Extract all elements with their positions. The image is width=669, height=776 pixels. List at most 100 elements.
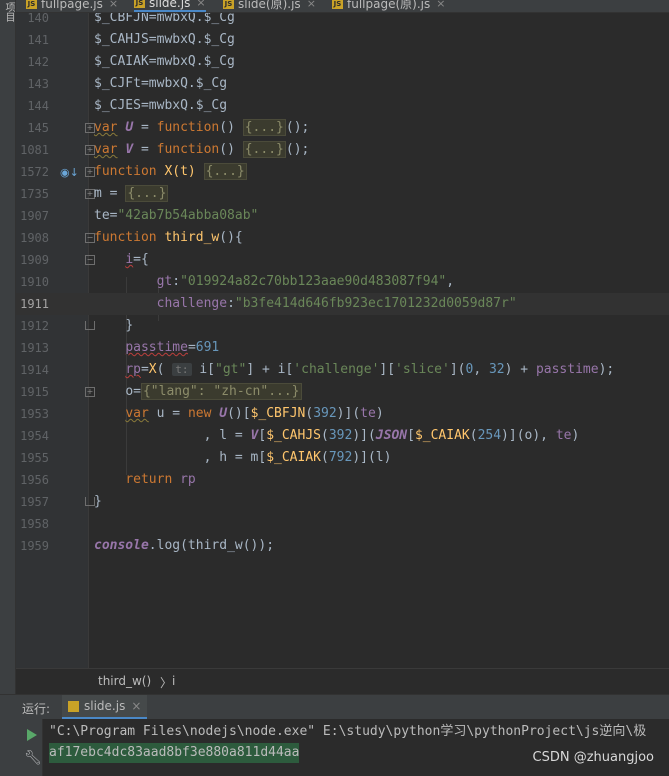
close-icon[interactable]: × [131,699,141,713]
code-line-current[interactable]: 1911 challenge:"b3fe414d646fb923ec170123… [16,293,669,315]
line-number: 1908 [20,231,49,245]
code-line[interactable]: 140 $_CBFJN=mwbxQ.$_Cg [16,13,669,29]
run-console[interactable]: "C:\Program Files\nodejs\node.exe" E:\st… [43,719,669,776]
line-number: 1081 [20,143,49,157]
code-text: challenge:"b3fe414d646fb923ec1701232d005… [156,296,517,311]
tab-slide-js[interactable]: JS slide.js × [134,0,206,12]
collapsed-region: {...} [203,163,247,180]
code-line[interactable]: 1081 + var V = function() {...} (); [16,139,669,161]
code-text: var V = function() {...} (); [94,141,310,158]
ide-window: 项目 JS fullpage.js × JS slide.js × JS sli… [0,0,669,776]
wrench-icon[interactable]: 🔧︎ [24,750,42,766]
code-line[interactable]: 1910 gt:"019924a82c70bb123aae90d483087f9… [16,271,669,293]
close-icon[interactable]: × [436,0,445,10]
code-text: $_CAHJS=mwbxQ.$_Cg [94,32,235,47]
breadcrumb-item-third-w[interactable]: third_w() [98,674,151,688]
code-line[interactable]: 1914 rp=X( t: i["gt"] + i['challenge']['… [16,359,669,381]
run-panel-header: 运行: slide.js × [0,694,669,719]
code-text: passtime=691 [125,340,220,355]
tab-label: slide(原).js [238,0,301,11]
line-number: 1953 [20,407,49,421]
code-line[interactable]: 1907 te="42ab7b54abba08ab" [16,205,669,227]
code-line[interactable]: 1572 ◉↓ + function X(t) {...} [16,161,669,183]
code-line[interactable]: 1909 − i={ [16,249,669,271]
code-line[interactable]: 1954 , l = V[$_CAHJS(392)](JSON[$_CAIAK(… [16,425,669,447]
code-text: te="42ab7b54abba08ab" [94,208,259,223]
code-line[interactable]: 1908 − function third_w(){ [16,227,669,249]
close-icon[interactable]: × [109,0,118,10]
line-number: 1913 [20,341,49,355]
code-line[interactable]: 145 + var U = function() {...} (); [16,117,669,139]
js-file-icon: JS [332,0,343,9]
code-line[interactable]: 143 $_CJFt=mwbxQ.$_Cg [16,73,669,95]
tab-fullpage-js[interactable]: JS fullpage.js × [26,0,118,12]
tab-slide-orig-js[interactable]: JS slide(原).js × [223,0,316,12]
line-number: 1959 [20,539,49,553]
line-number: 1911 [20,297,49,311]
breadcrumb: third_w() 〉 i [16,668,669,694]
close-icon[interactable]: × [307,0,316,10]
tab-label: fullpage(原).js [347,0,431,11]
console-command-line: "C:\Program Files\nodejs\node.exe" E:\st… [49,724,647,739]
code-line[interactable]: 1957 } [16,491,669,513]
code-line[interactable]: 141 $_CAHJS=mwbxQ.$_Cg [16,29,669,51]
rerun-play-icon[interactable] [27,729,37,741]
code-text: } [94,494,102,509]
code-text: function X(t) {...} [94,163,247,180]
code-line[interactable]: 1912 } [16,315,669,337]
parameter-hint: t: [172,363,192,376]
line-number: 1910 [20,275,49,289]
line-number: 143 [27,77,49,91]
line-number: 1909 [20,253,49,267]
editor-tab-bar: JS fullpage.js × JS slide.js × JS slide(… [16,0,669,13]
collapsed-region: {"lang": "zh-cn"...} [140,383,302,400]
breadcrumb-item-i[interactable]: i [172,674,175,688]
collapsed-region: {...} [242,141,286,158]
code-text: $_CBFJN=mwbxQ.$_Cg [94,13,235,25]
code-line[interactable]: 1955 , h = m[$_CAIAK(792)](l) [16,447,669,469]
code-line[interactable]: 1915 + o= {"lang": "zh-cn"...} [16,381,669,403]
line-number: 1956 [20,473,49,487]
tab-fullpage-orig-js[interactable]: JS fullpage(原).js × [332,0,445,12]
code-editor[interactable]: 140 $_CBFJN=mwbxQ.$_Cg 141 $_CAHJS=mwbxQ… [16,13,669,668]
code-line[interactable]: 1735 + m = {...} [16,183,669,205]
code-line[interactable]: 1913 passtime=691 [16,337,669,359]
code-text: $_CJFt=mwbxQ.$_Cg [94,76,228,91]
js-file-icon [68,700,79,712]
line-number: 1735 [20,187,49,201]
code-line[interactable]: 144 $_CJES=mwbxQ.$_Cg [16,95,669,117]
code-text: var U = function() {...} (); [94,119,310,136]
line-number: 1572 [20,165,49,179]
line-number: 144 [27,99,49,113]
tab-label: slide.js [149,0,191,10]
close-icon[interactable]: × [196,0,205,9]
code-line[interactable]: 1959 console.log(third_w()); [16,535,669,557]
line-number: 140 [27,13,49,25]
usage-marker-icon[interactable]: ◉↓ [60,166,79,179]
project-tool-stripe[interactable]: 项目 [0,0,16,695]
code-text: o= {"lang": "zh-cn"...} [125,383,302,400]
code-line[interactable]: 1958 [16,513,669,535]
code-line[interactable]: 1953 var u = new U()[$_CBFJN(392)](te) [16,403,669,425]
line-number: 1912 [20,319,49,333]
line-number: 1954 [20,429,49,443]
code-text: rp=X( t: i["gt"] + i['challenge']['slice… [125,362,615,377]
code-line[interactable]: 1956 return rp [16,469,669,491]
code-text: $_CJES=mwbxQ.$_Cg [94,98,228,113]
tab-label: fullpage.js [41,0,103,11]
code-text: } [125,318,134,333]
collapsed-region: {...} [125,185,169,202]
line-number: 1958 [20,517,49,531]
watermark: CSDN @zhuangjoo [532,750,654,765]
js-file-icon: JS [134,0,145,8]
code-text: m = {...} [94,185,169,202]
line-number: 145 [27,121,49,135]
line-number: 1915 [20,385,49,399]
code-text: i={ [125,252,149,267]
line-number: 1957 [20,495,49,509]
run-tab-label: slide.js [84,699,126,713]
code-line[interactable]: 142 $_CAIAK=mwbxQ.$_Cg [16,51,669,73]
project-tool-label[interactable]: 项目 [1,2,16,22]
run-tab-slide-js[interactable]: slide.js × [62,695,148,719]
code-text: , l = V[$_CAHJS(392)](JSON[$_CAIAK(254)]… [203,428,580,443]
